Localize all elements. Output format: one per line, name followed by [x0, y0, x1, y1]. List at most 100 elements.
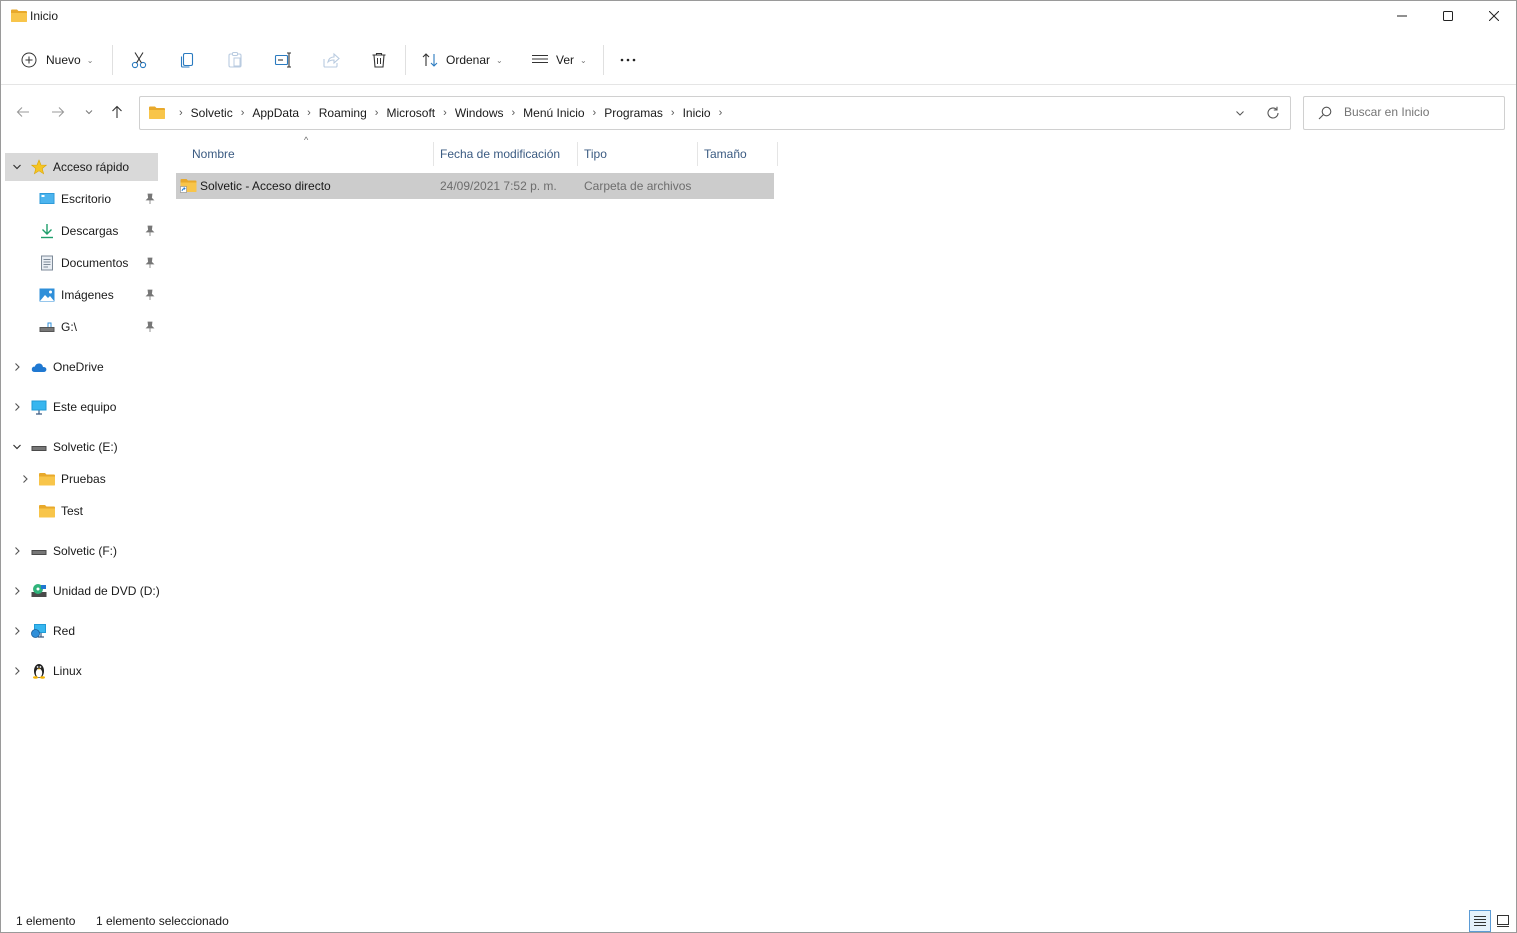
nav-item-linux[interactable]: Linux [5, 657, 158, 685]
chevron-down-icon [1236, 111, 1244, 116]
arrow-right-icon [52, 107, 65, 117]
nav-item-downloads[interactable]: Descargas [5, 217, 158, 245]
chevron-right-icon[interactable]: › [512, 107, 516, 119]
chevron-right-icon[interactable]: › [719, 107, 723, 119]
nav-item-drive-f[interactable]: Solvetic (F:) [5, 537, 158, 565]
arrow-left-icon [16, 107, 29, 117]
add-circle-icon [21, 52, 37, 68]
chevron-right-icon[interactable]: › [671, 107, 675, 119]
nav-item-network[interactable]: Red [5, 617, 158, 645]
forward-button[interactable] [48, 102, 68, 122]
chevron-right-icon[interactable] [11, 625, 23, 637]
chevron-right-icon[interactable] [11, 401, 23, 413]
breadcrumb-item[interactable]: Microsoft [386, 106, 435, 120]
breadcrumb-item[interactable]: Inicio [683, 106, 711, 120]
back-button[interactable] [13, 102, 33, 122]
up-button[interactable] [107, 102, 127, 122]
large-icons-view-button[interactable] [1492, 910, 1514, 932]
column-divider[interactable] [777, 142, 778, 166]
view-button[interactable]: Ver ⌄ [531, 47, 587, 73]
chevron-right-icon[interactable] [11, 545, 23, 557]
breadcrumb-item[interactable]: Solvetic [191, 106, 233, 120]
copy-icon [180, 52, 194, 68]
large-icons-view-icon [1497, 915, 1509, 927]
nav-item-folder-test[interactable]: Test [5, 497, 158, 525]
usb-drive-icon [39, 319, 55, 335]
nav-item-drive-g[interactable]: G:\ [5, 313, 158, 341]
refresh-icon [1267, 106, 1279, 119]
column-header-type-label: Tipo [584, 147, 607, 161]
column-divider[interactable] [433, 142, 434, 166]
column-divider[interactable] [577, 142, 578, 166]
address-bar[interactable]: › Solvetic › AppData › Roaming › Microso… [139, 96, 1291, 130]
pin-icon[interactable] [145, 321, 155, 333]
column-header-modified[interactable]: Fecha de modificación [440, 142, 560, 166]
cut-icon [131, 52, 147, 69]
chevron-right-icon[interactable]: › [241, 107, 245, 119]
pin-icon[interactable] [145, 193, 155, 205]
column-header-type[interactable]: Tipo [584, 142, 607, 166]
pin-icon[interactable] [145, 289, 155, 301]
folder-icon [149, 106, 165, 119]
chevron-right-icon[interactable] [11, 665, 23, 677]
delete-button[interactable] [370, 47, 388, 73]
nav-item-desktop[interactable]: Escritorio [5, 185, 158, 213]
nav-label-linux: Linux [53, 664, 82, 678]
nav-label-pictures: Imágenes [61, 288, 114, 302]
sort-button[interactable]: Ordenar ⌄ [421, 47, 503, 73]
search-box[interactable] [1303, 96, 1505, 130]
chevron-right-icon[interactable]: › [307, 107, 311, 119]
maximize-button[interactable] [1425, 1, 1471, 31]
rename-button[interactable] [274, 47, 292, 73]
breadcrumb-item[interactable]: Programas [604, 106, 663, 120]
chevron-right-icon[interactable]: › [443, 107, 447, 119]
toolbar-divider [112, 45, 113, 75]
chevron-right-icon[interactable] [19, 473, 31, 485]
close-button[interactable] [1471, 1, 1517, 31]
share-icon [323, 52, 340, 68]
nav-item-folder-pruebas[interactable]: Pruebas [5, 465, 158, 493]
chevron-right-icon[interactable] [11, 585, 23, 597]
share-button[interactable] [322, 47, 340, 73]
chevron-right-icon[interactable]: › [375, 107, 379, 119]
nav-item-this-pc[interactable]: Este equipo [5, 393, 158, 421]
table-row[interactable]: Solvetic - Acceso directo 24/09/2021 7:5… [176, 173, 774, 199]
chevron-down-icon[interactable] [11, 441, 23, 453]
chevron-right-icon[interactable]: › [179, 107, 183, 119]
nav-label-onedrive: OneDrive [53, 360, 104, 374]
address-history-button[interactable] [1232, 105, 1248, 121]
pin-icon[interactable] [145, 225, 155, 237]
breadcrumb-item[interactable]: Roaming [319, 106, 367, 120]
chevron-down-icon[interactable] [11, 161, 23, 173]
file-type: Carpeta de archivos [584, 179, 692, 193]
minimize-button[interactable] [1379, 1, 1425, 31]
more-options-button[interactable] [619, 47, 637, 73]
nav-item-pictures[interactable]: Imágenes [5, 281, 158, 309]
sort-button-label: Ordenar [446, 53, 491, 67]
cut-button[interactable] [130, 47, 148, 73]
refresh-button[interactable] [1264, 104, 1282, 122]
details-view-button[interactable] [1469, 910, 1491, 932]
status-item-count: 1 elemento [16, 914, 76, 928]
column-header-size[interactable]: Tamaño [704, 142, 747, 166]
new-button[interactable]: Nuevo ⌄ [21, 47, 93, 73]
column-divider[interactable] [697, 142, 698, 166]
nav-item-drive-e[interactable]: Solvetic (E:) [5, 433, 158, 461]
search-input[interactable] [1344, 105, 1494, 119]
breadcrumb-item[interactable]: Menú Inicio [523, 106, 584, 120]
nav-item-onedrive[interactable]: OneDrive [5, 353, 158, 381]
recent-locations-button[interactable] [79, 102, 99, 122]
copy-button[interactable] [178, 47, 196, 73]
pin-icon[interactable] [145, 257, 155, 269]
nav-label-drive-e: Solvetic (E:) [53, 440, 118, 454]
paste-button[interactable] [226, 47, 244, 73]
chevron-right-icon[interactable] [11, 361, 23, 373]
nav-label-network: Red [53, 624, 76, 638]
breadcrumb-item[interactable]: Windows [455, 106, 504, 120]
nav-item-documents[interactable]: Documentos [5, 249, 158, 277]
nav-item-quick-access[interactable]: Acceso rápido [5, 153, 158, 181]
breadcrumb-item[interactable]: AppData [252, 106, 299, 120]
chevron-right-icon[interactable]: › [593, 107, 597, 119]
column-header-name[interactable]: Nombre [192, 142, 235, 166]
nav-item-dvd[interactable]: Unidad de DVD (D:) [5, 577, 160, 605]
